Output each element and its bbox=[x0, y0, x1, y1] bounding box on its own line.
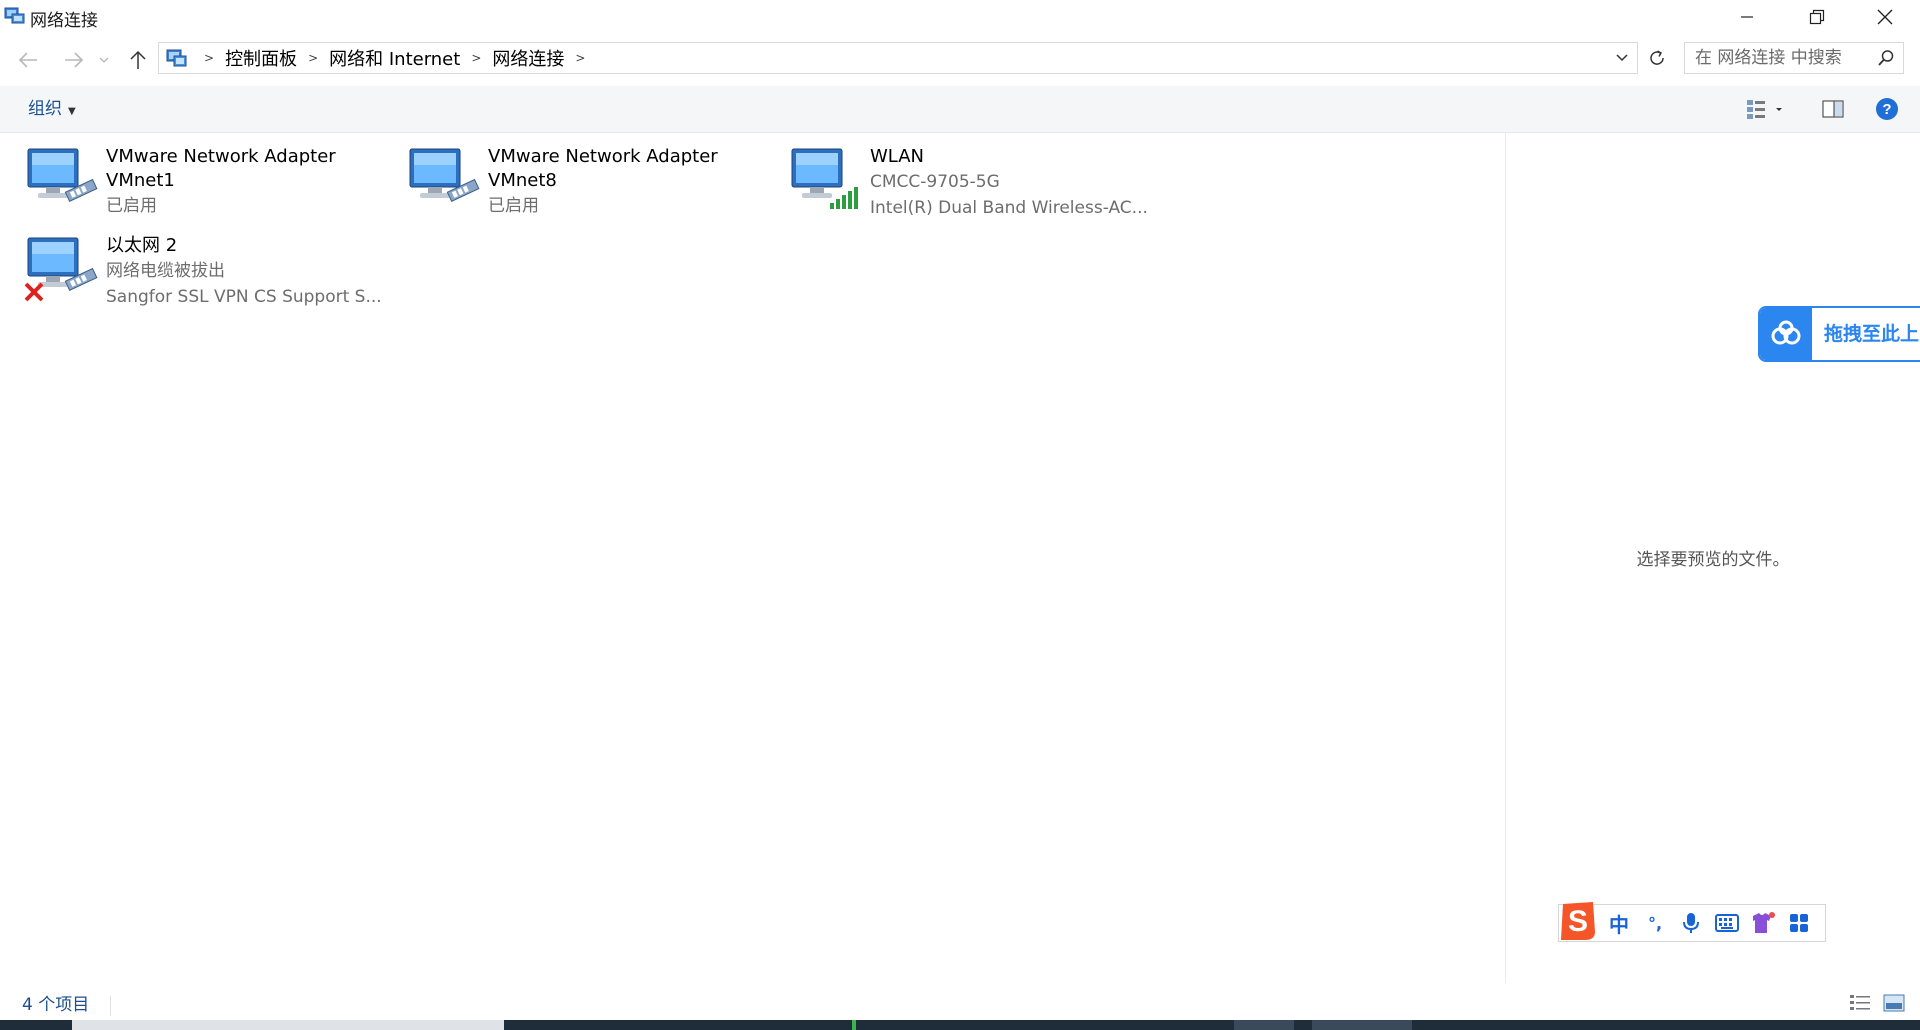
back-button[interactable] bbox=[14, 46, 42, 74]
sogou-logo-icon[interactable]: S bbox=[1555, 898, 1601, 944]
item-network: CMCC-9705-5G bbox=[870, 172, 1000, 192]
help-button[interactable]: ? bbox=[1872, 94, 1902, 124]
taskbar bbox=[0, 1020, 1920, 1030]
preview-pane-button[interactable] bbox=[1818, 94, 1848, 124]
details-view-icon bbox=[1850, 995, 1870, 1010]
baidu-drop-label: 拖拽至此上 bbox=[1824, 323, 1920, 345]
baidu-cloud-icon bbox=[1760, 308, 1812, 360]
search-icon[interactable] bbox=[1877, 49, 1895, 67]
command-bar: 组织 ▼ ? bbox=[0, 86, 1920, 133]
preview-pane-icon bbox=[1822, 100, 1844, 118]
status-bar: 4 个项目 bbox=[0, 986, 1920, 1020]
details-view-button[interactable] bbox=[1848, 992, 1872, 1014]
breadcrumb-separator[interactable]: > bbox=[575, 51, 585, 65]
list-item[interactable]: VMware Network Adapter VMnet1 已启用 bbox=[0, 133, 370, 216]
restore-icon bbox=[1809, 9, 1825, 25]
list-item[interactable]: VMware Network Adapter VMnet8 已启用 bbox=[382, 133, 752, 216]
view-options-icon bbox=[1747, 100, 1782, 119]
item-name: VMware Network Adapter VMnet1 bbox=[106, 146, 336, 191]
breadcrumb-network-internet[interactable]: 网络和 Internet bbox=[329, 45, 460, 71]
close-button[interactable] bbox=[1850, 0, 1920, 34]
item-device: Sangfor SSL VPN CS Support S... bbox=[106, 287, 382, 307]
microphone-icon[interactable] bbox=[1673, 905, 1709, 941]
baidu-netdisk-drop-target[interactable]: 拖拽至此上 bbox=[1758, 306, 1920, 362]
svg-text:S: S bbox=[1568, 905, 1588, 938]
list-item[interactable]: WLAN CMCC-9705-5G Intel(R) Dual Band Wir… bbox=[764, 133, 1148, 218]
refresh-button[interactable] bbox=[1642, 42, 1672, 74]
change-view-button[interactable] bbox=[1740, 94, 1790, 124]
item-device: Intel(R) Dual Band Wireless-AC... bbox=[870, 198, 1148, 218]
help-icon: ? bbox=[1876, 98, 1898, 120]
forward-button[interactable] bbox=[60, 46, 88, 74]
minimize-icon bbox=[1741, 16, 1753, 18]
minimize-button[interactable] bbox=[1712, 0, 1782, 34]
wired-network-icon bbox=[24, 143, 100, 213]
recent-locations-button[interactable] bbox=[96, 46, 112, 74]
skin-shirt-icon[interactable] bbox=[1745, 905, 1781, 941]
breadcrumb-separator[interactable]: > bbox=[471, 51, 481, 65]
svg-text:?: ? bbox=[1882, 101, 1891, 118]
address-dropdown-button[interactable] bbox=[1607, 43, 1637, 73]
control-panel-icon bbox=[165, 47, 189, 69]
caret-down-icon: ▼ bbox=[68, 106, 76, 117]
search-input[interactable]: 在 网络连接 中搜索 bbox=[1684, 42, 1904, 74]
breadcrumb: > 控制面板 > 网络和 Internet > 网络连接 > bbox=[165, 43, 596, 73]
toolbox-grid-icon[interactable] bbox=[1781, 905, 1817, 941]
large-icons-view-button[interactable] bbox=[1882, 992, 1906, 1014]
refresh-icon bbox=[1650, 50, 1664, 65]
large-icons-view-icon bbox=[1883, 994, 1905, 1012]
item-name: VMware Network Adapter VMnet8 bbox=[488, 146, 718, 191]
item-text: VMware Network Adapter VMnet1 已启用 bbox=[106, 145, 386, 219]
item-count: 4 个项目 bbox=[22, 995, 90, 1015]
item-text: WLAN CMCC-9705-5G Intel(R) Dual Band Wir… bbox=[870, 145, 1150, 221]
taskbar-button[interactable] bbox=[1234, 1020, 1294, 1030]
disconnected-network-icon bbox=[24, 232, 100, 302]
search-placeholder: 在 网络连接 中搜索 bbox=[1695, 48, 1842, 68]
ime-toolbar: S 中 °, bbox=[1558, 902, 1826, 942]
arrow-right-icon bbox=[65, 52, 84, 68]
network-connections-list: VMware Network Adapter VMnet1 已启用 VMware… bbox=[0, 133, 1505, 983]
network-connections-icon bbox=[4, 6, 26, 26]
up-button[interactable] bbox=[124, 46, 152, 74]
restore-button[interactable] bbox=[1782, 0, 1852, 34]
wifi-network-icon bbox=[788, 143, 864, 213]
organize-label: 组织 bbox=[28, 99, 62, 119]
item-name: WLAN bbox=[870, 146, 925, 167]
item-name: 以太网 2 bbox=[106, 235, 178, 256]
taskbar-indicator bbox=[852, 1020, 856, 1030]
chevron-down-icon bbox=[99, 57, 109, 63]
status-divider bbox=[110, 996, 111, 1016]
ime-mode-toggle[interactable]: 中 bbox=[1601, 905, 1637, 941]
taskbar-window-preview[interactable] bbox=[72, 1020, 504, 1030]
ime-punctuation-toggle[interactable]: °, bbox=[1637, 905, 1673, 941]
item-text: 以太网 2 网络电缆被拔出 Sangfor SSL VPN CS Support… bbox=[106, 234, 386, 310]
list-item[interactable]: 以太网 2 网络电缆被拔出 Sangfor SSL VPN CS Support… bbox=[0, 222, 382, 307]
taskbar-button[interactable] bbox=[1312, 1020, 1412, 1030]
item-status: 网络电缆被拔出 bbox=[106, 261, 225, 281]
breadcrumb-control-panel[interactable]: 控制面板 bbox=[225, 45, 297, 71]
item-status: 已启用 bbox=[106, 196, 157, 216]
breadcrumb-separator[interactable]: > bbox=[308, 51, 318, 65]
chevron-down-icon bbox=[1616, 54, 1628, 62]
wired-network-icon bbox=[406, 143, 482, 213]
breadcrumb-network-connections[interactable]: 网络连接 bbox=[492, 45, 564, 71]
breadcrumb-separator[interactable]: > bbox=[204, 51, 214, 65]
item-text: VMware Network Adapter VMnet8 已启用 bbox=[488, 145, 768, 219]
arrow-left-icon bbox=[18, 52, 37, 68]
item-status: 已启用 bbox=[488, 196, 539, 216]
keyboard-icon[interactable] bbox=[1709, 905, 1745, 941]
preview-message: 选择要预览的文件。 bbox=[1636, 550, 1790, 570]
window-title: 网络连接 bbox=[30, 11, 98, 31]
organize-menu[interactable]: 组织 ▼ bbox=[28, 86, 76, 132]
close-icon bbox=[1877, 9, 1893, 25]
address-row: > 控制面板 > 网络和 Internet > 网络连接 > 在 网络连接 中搜… bbox=[0, 40, 1920, 78]
title-bar: 网络连接 bbox=[0, 0, 1920, 34]
address-bar[interactable]: > 控制面板 > 网络和 Internet > 网络连接 > bbox=[158, 42, 1638, 74]
arrow-up-icon bbox=[130, 50, 146, 69]
